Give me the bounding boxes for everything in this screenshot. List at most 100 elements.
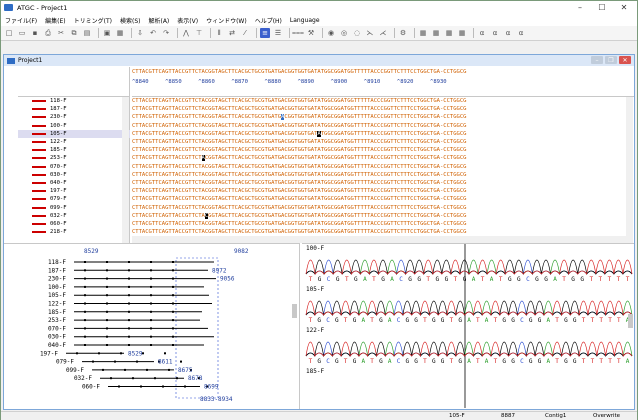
find-icon[interactable]: ◉ [326,28,336,38]
filter-icon[interactable]: ⩶ [292,28,304,38]
project-minimize-button[interactable]: – [591,56,603,64]
sequence-row[interactable]: CTTACGTTCAGTTACCGTTCTACGGTAGCTTCACGCTGCG… [132,105,466,113]
sequence-row[interactable]: CTTACGTTCAGTTACCGTTCTACGGTAGCTTCACGCTGCG… [132,212,466,220]
base-call[interactable]: A [361,358,365,365]
menu-file[interactable]: ファイル(F) [5,16,37,25]
read-row[interactable]: 185-F [18,146,130,154]
base-call[interactable]: A [388,358,392,365]
sequence-row[interactable]: CTTACGTTCAGTTACCGTTCTACGGTAGCTTCACGCTGCG… [132,154,466,162]
columns-icon[interactable]: ⦀ [214,28,224,38]
base-call[interactable]: T [423,358,427,365]
base-call[interactable]: G [335,358,339,365]
font-3-icon[interactable]: ⍺ [503,28,513,38]
base-call[interactable]: T [309,358,313,365]
sequence-row[interactable]: CTTACGTTCAGTTACCGTTCTACGGTAGCTTCACGCTGCG… [132,179,466,187]
base-call[interactable]: G [336,276,340,283]
maximize-button[interactable]: ☐ [591,1,613,14]
base-call[interactable]: G [502,317,506,324]
base-call[interactable]: T [617,358,621,365]
read-row[interactable]: 030-F [18,171,130,179]
base-call[interactable]: A [490,276,494,283]
copy-icon[interactable]: ⧉ [69,28,79,38]
read-row[interactable]: 070-F [18,163,130,171]
base-call[interactable]: T [344,317,348,324]
base-call[interactable]: A [485,358,489,365]
paste-icon[interactable]: ▤ [82,28,92,38]
read-row[interactable]: 122-F [18,138,130,146]
cut-icon[interactable]: ✂ [56,28,66,38]
base-call[interactable]: T [476,358,480,365]
base-call[interactable]: T [344,358,348,365]
sequence-row[interactable]: CTTACGTTCAGTTACCGTTCTACGGTAGCTTCACGCTGCG… [132,130,466,138]
mark-icon[interactable]: ⋋ [365,28,375,38]
base-call[interactable]: G [379,317,383,324]
unmark-icon[interactable]: ⋌ [378,28,388,38]
project-restore-button[interactable]: ❐ [605,56,617,64]
base-call[interactable]: A [626,358,630,365]
minimize-button[interactable]: – [569,1,591,14]
read-row[interactable]: 105-F [18,129,130,138]
redo-icon[interactable]: ↷ [161,28,171,38]
base-call[interactable]: G [538,358,542,365]
base-call[interactable]: A [472,276,476,283]
base-call[interactable]: T [582,358,586,365]
base-call[interactable]: T [608,276,612,283]
base-call[interactable]: G [317,317,321,324]
menu-analysis[interactable]: 解析(A) [148,16,169,25]
list-view-icon[interactable]: ☰ [273,28,283,38]
sequence-row[interactable]: CTTACGTTCAGTTACCGTTCTACGGTAGCTTCACGCTGCG… [132,220,466,228]
base-call[interactable]: G [353,358,357,365]
base-call[interactable]: A [546,358,550,365]
base-call[interactable]: G [405,358,409,365]
sequence-row[interactable]: CTTACGTTCAGTTACCGTTCTACGGTAGCTTCACGCTGCG… [132,113,466,121]
base-call[interactable]: T [617,276,621,283]
base-call[interactable]: T [599,358,603,365]
base-call[interactable]: T [555,317,559,324]
align-view-icon[interactable]: ≡ [260,28,270,38]
base-call[interactable]: T [345,276,349,283]
sequence-row[interactable]: CTTACGTTCAGTTACCGTTCTACGGTAGCTTCACGCTGCG… [132,203,466,211]
base-call[interactable]: G [379,358,383,365]
sequence-row[interactable]: CTTACGTTCAGTTACCGTTCTACGGTAGCTTCACGCTGCG… [132,195,466,203]
base-call[interactable]: G [458,317,462,324]
print-icon[interactable]: ⎙ [43,28,53,38]
base-call[interactable]: G [317,358,321,365]
base-call[interactable]: A [485,317,489,324]
base-call[interactable]: G [414,317,418,324]
base-call[interactable]: G [432,358,436,365]
font-1-icon[interactable]: ⍺ [477,28,487,38]
menu-trimming[interactable]: トリミング(T) [74,16,112,25]
menu-language[interactable]: Language [290,17,320,24]
base-call[interactable]: A [361,317,365,324]
read-row[interactable]: 040-F [18,179,130,187]
base-call[interactable]: T [608,358,612,365]
base-call[interactable]: C [397,358,401,365]
sequence-row[interactable]: CTTACGTTCAGTTACCGTTCTACGGTAGCTTCACGCTGCG… [132,171,466,179]
read-row[interactable]: 118-F [18,97,130,105]
trace-scroll-thumb[interactable] [628,314,633,328]
base-call[interactable]: T [617,317,621,324]
delete-icon[interactable]: ▣ [102,28,112,38]
find-next-icon[interactable]: ◎ [339,28,349,38]
base-call[interactable]: A [363,276,367,283]
sequence-row[interactable]: CTTACGTTCAGTTACCGTTCTACGGTAGCTTCACGCTGCG… [132,228,466,236]
base-call[interactable]: T [370,317,374,324]
base-call[interactable]: T [450,358,454,365]
base-call[interactable]: T [591,317,595,324]
base-call[interactable]: G [517,276,521,283]
settings-icon[interactable]: ⚙ [398,28,408,38]
menu-search[interactable]: 検索(S) [120,16,141,25]
base-call[interactable]: T [608,317,612,324]
base-call[interactable]: G [441,358,445,365]
sequence-row[interactable]: CTTACGTTCAGTTACCGTTCTACGGTAGCTTCACGCTGCG… [132,146,466,154]
base-call[interactable]: C [399,276,403,283]
base-call[interactable]: A [388,317,392,324]
read-row[interactable]: 253-F [18,154,130,162]
base-call[interactable]: G [335,317,339,324]
base-call[interactable]: G [435,276,439,283]
base-call[interactable]: C [326,317,330,324]
grid-1-icon[interactable]: ▦ [418,28,428,38]
menu-edit[interactable]: 編集(E) [45,16,65,25]
swap-icon[interactable]: ⇄ [227,28,237,38]
base-call[interactable]: T [599,317,603,324]
